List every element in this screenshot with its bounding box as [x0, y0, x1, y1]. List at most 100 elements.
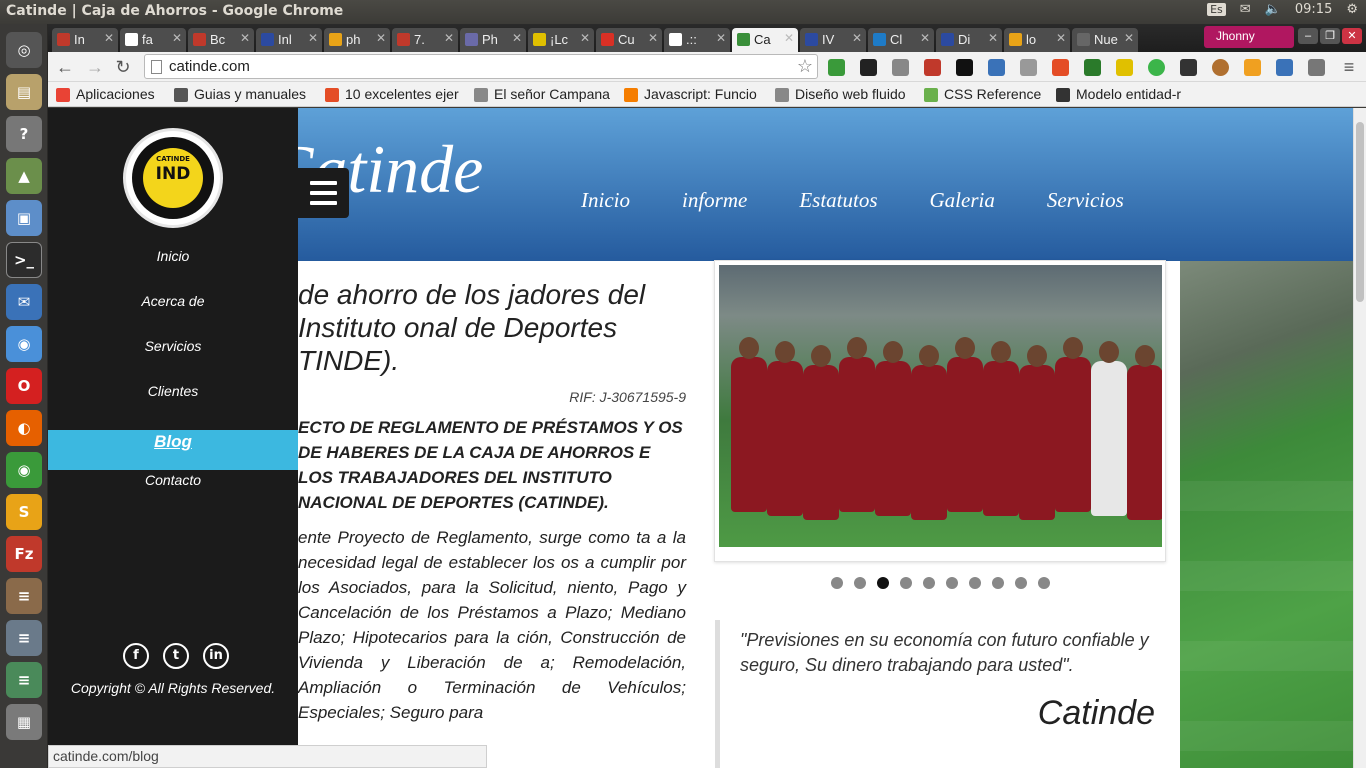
- close-tab-icon[interactable]: ✕: [1124, 31, 1134, 45]
- code-extension-icon[interactable]: [924, 59, 941, 76]
- close-tab-icon[interactable]: ✕: [716, 31, 726, 45]
- thunderbird-icon[interactable]: ✉: [6, 284, 42, 320]
- trash-icon[interactable]: ▦: [6, 704, 42, 740]
- drive-extension-icon[interactable]: [828, 59, 845, 76]
- image-viewer-icon[interactable]: ▲: [6, 158, 42, 194]
- reload-button[interactable]: ↻: [112, 56, 134, 78]
- chrome-icon[interactable]: ◉: [6, 452, 42, 488]
- close-tab-icon[interactable]: ✕: [648, 31, 658, 45]
- bookmark-item[interactable]: Diseño web fluido: [775, 86, 906, 102]
- bookmark-star-icon[interactable]: ☆: [797, 56, 813, 77]
- firefox-icon[interactable]: ◐: [6, 410, 42, 446]
- browser-tab[interactable]: Ph ✕: [460, 28, 526, 52]
- chromium-icon[interactable]: ◉: [6, 326, 42, 362]
- twitter-icon[interactable]: t: [163, 643, 189, 669]
- linkedin-icon[interactable]: in: [203, 643, 229, 669]
- sidemenu-item[interactable]: Acerca de: [48, 293, 298, 338]
- blue-extension-icon[interactable]: [988, 59, 1005, 76]
- browser-tab[interactable]: ph ✕: [324, 28, 390, 52]
- browser-tab[interactable]: ¡Lc ✕: [528, 28, 594, 52]
- bookmark-item[interactable]: 10 excelentes ejer: [325, 86, 459, 102]
- close-tab-icon[interactable]: ✕: [988, 31, 998, 45]
- scrollbar-thumb[interactable]: [1356, 122, 1364, 302]
- clock[interactable]: 09:15: [1295, 2, 1332, 17]
- browser-tab[interactable]: IV ✕: [800, 28, 866, 52]
- topnav-link[interactable]: informe: [682, 188, 747, 213]
- browser-tab[interactable]: 7. ✕: [392, 28, 458, 52]
- app-stack-icon-2[interactable]: ≡: [6, 620, 42, 656]
- close-tab-icon[interactable]: ✕: [172, 31, 182, 45]
- image-slider[interactable]: [714, 260, 1166, 562]
- slider-dot[interactable]: [969, 577, 981, 589]
- mail-icon[interactable]: ✉: [1240, 2, 1251, 17]
- audio-extension-icon[interactable]: [1020, 59, 1037, 76]
- gear-extension-icon[interactable]: [892, 59, 909, 76]
- close-tab-icon[interactable]: ✕: [852, 31, 862, 45]
- edit-extension-icon[interactable]: [1308, 59, 1325, 76]
- topnav-link[interactable]: Galeria: [930, 188, 995, 213]
- browser-tab[interactable]: Di ✕: [936, 28, 1002, 52]
- profile-button[interactable]: Jhonny: [1204, 26, 1294, 48]
- arrow-extension-icon[interactable]: [1116, 59, 1133, 76]
- slider-dot[interactable]: [1038, 577, 1050, 589]
- pencil-extension-icon[interactable]: [1244, 59, 1261, 76]
- close-tab-icon[interactable]: ✕: [784, 31, 794, 45]
- browser-tab[interactable]: Bc ✕: [188, 28, 254, 52]
- close-tab-icon[interactable]: ✕: [240, 31, 250, 45]
- close-window-button[interactable]: ✕: [1342, 28, 1362, 44]
- chat-extension-icon[interactable]: [1148, 59, 1165, 76]
- close-tab-icon[interactable]: ✕: [308, 31, 318, 45]
- bookmark-item[interactable]: CSS Reference: [924, 86, 1041, 102]
- app-stack-icon-3[interactable]: ≡: [6, 662, 42, 698]
- files-icon[interactable]: ▤: [6, 74, 42, 110]
- page-scrollbar[interactable]: [1353, 108, 1366, 768]
- filezilla-icon[interactable]: Fz: [6, 536, 42, 572]
- close-tab-icon[interactable]: ✕: [444, 31, 454, 45]
- pen-extension-icon[interactable]: [1084, 59, 1101, 76]
- topnav-link[interactable]: Servicios: [1047, 188, 1124, 213]
- sidemenu-item[interactable]: Contacto: [48, 472, 298, 517]
- slider-dot[interactable]: [992, 577, 1004, 589]
- l-extension-icon[interactable]: [860, 59, 877, 76]
- volume-icon[interactable]: 🔈: [1265, 2, 1281, 17]
- bookmark-item[interactable]: Modelo entidad-r: [1056, 86, 1181, 102]
- address-bar[interactable]: catinde.com ☆: [144, 54, 818, 79]
- bookmark-item[interactable]: Guias y manuales: [174, 86, 306, 102]
- close-tab-icon[interactable]: ✕: [376, 31, 386, 45]
- minimize-button[interactable]: –: [1298, 28, 1318, 44]
- slider-dot[interactable]: [1015, 577, 1027, 589]
- chrome-menu-icon[interactable]: ≡: [1338, 56, 1360, 78]
- close-tab-icon[interactable]: ✕: [1056, 31, 1066, 45]
- browser-tab[interactable]: Cu ✕: [596, 28, 662, 52]
- browser-tab[interactable]: Ca ✕: [732, 28, 798, 52]
- settings-extension-icon[interactable]: [956, 59, 973, 76]
- sidemenu-item[interactable]: Servicios: [48, 338, 298, 383]
- browser-tab[interactable]: .:: ✕: [664, 28, 730, 52]
- browser-tab[interactable]: Nue ✕: [1072, 28, 1138, 52]
- virtualbox-icon[interactable]: ▣: [6, 200, 42, 236]
- browser-tab[interactable]: fa ✕: [120, 28, 186, 52]
- help-icon[interactable]: ?: [6, 116, 42, 152]
- forward-button[interactable]: →: [84, 56, 106, 78]
- catinde-logo[interactable]: CATINDE IND: [123, 128, 223, 228]
- sidemenu-item[interactable]: Clientes: [48, 383, 298, 428]
- slider-dot[interactable]: [854, 577, 866, 589]
- browser-tab[interactable]: In ✕: [52, 28, 118, 52]
- topnav-link[interactable]: Estatutos: [799, 188, 877, 213]
- bookmark-item[interactable]: Aplicaciones: [56, 86, 155, 102]
- dash-icon[interactable]: ◎: [6, 32, 42, 68]
- close-tab-icon[interactable]: ✕: [920, 31, 930, 45]
- slider-dot[interactable]: [946, 577, 958, 589]
- keyboard-indicator[interactable]: Es: [1207, 3, 1226, 16]
- facebook-icon[interactable]: f: [123, 643, 149, 669]
- bookmark-item[interactable]: Javascript: Funcio: [624, 86, 757, 102]
- slider-dot[interactable]: [877, 577, 889, 589]
- window-extension-icon[interactable]: [1276, 59, 1293, 76]
- css-extension-icon[interactable]: [1180, 59, 1197, 76]
- cookie-extension-icon[interactable]: [1212, 59, 1229, 76]
- browser-tab[interactable]: Cl ✕: [868, 28, 934, 52]
- menu-toggle-button[interactable]: [298, 168, 349, 218]
- bookmark-item[interactable]: El señor Campana: [474, 86, 610, 102]
- slider-dot[interactable]: [900, 577, 912, 589]
- slider-dot[interactable]: [831, 577, 843, 589]
